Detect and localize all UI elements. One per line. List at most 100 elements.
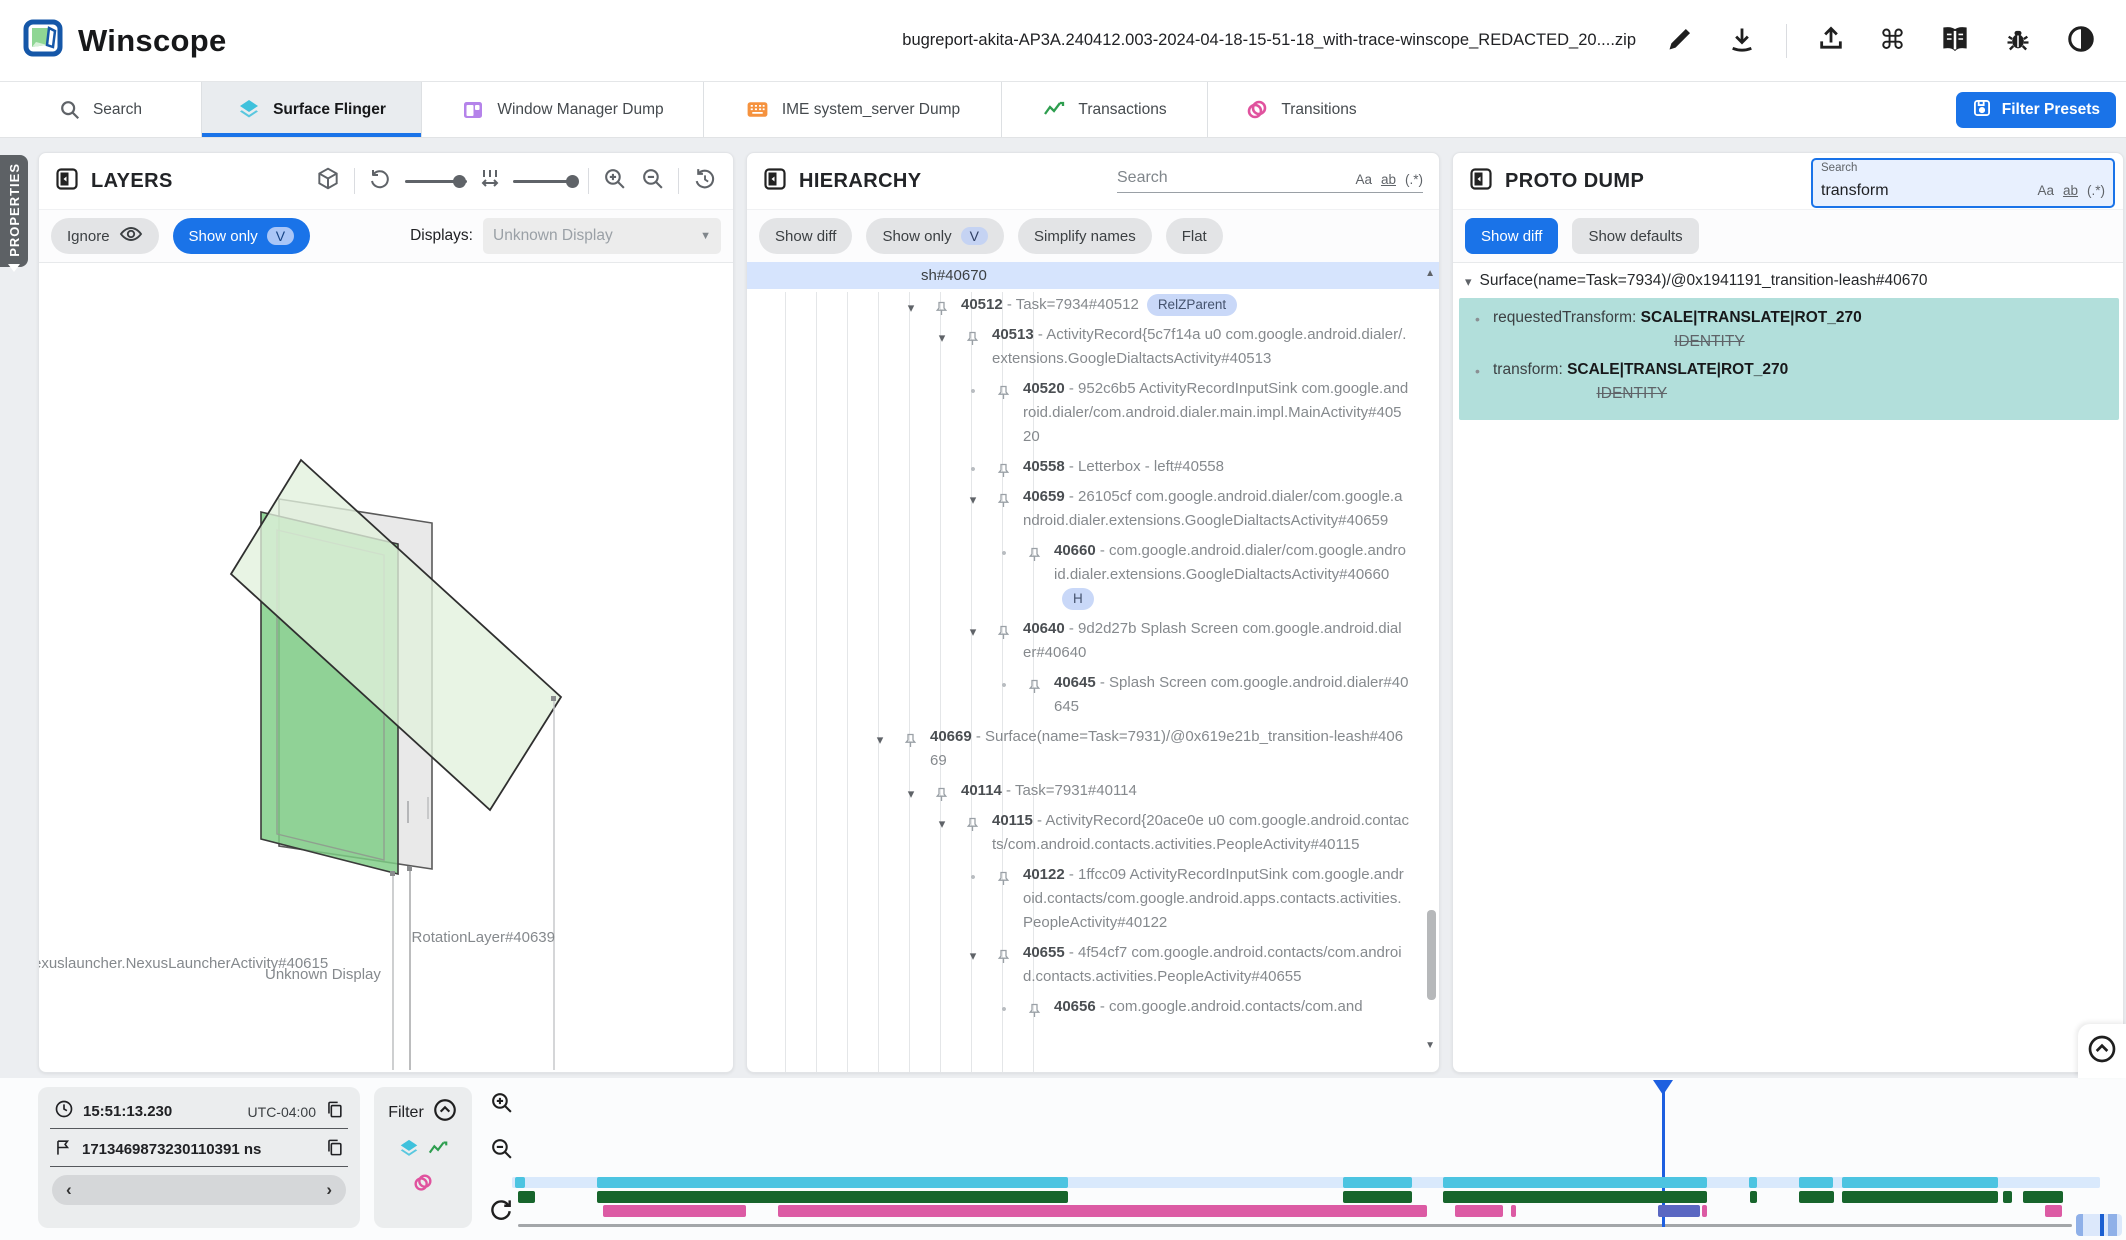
- documentation-button[interactable]: [1936, 21, 1974, 60]
- range-handle[interactable]: [2076, 1214, 2083, 1236]
- cursor-head-icon[interactable]: [1653, 1080, 1673, 1095]
- collapse-arrow-icon[interactable]: ▾: [934, 812, 950, 836]
- tree-node[interactable]: ▾40655 - 4f54cf7 com.google.android.cont…: [747, 941, 1439, 989]
- transitions-trace-segment[interactable]: [2045, 1205, 2062, 1217]
- regex-icon[interactable]: (.*): [1405, 172, 1423, 187]
- show-diff-button[interactable]: Show diff: [759, 218, 852, 254]
- match-word-icon[interactable]: ab: [1381, 172, 1396, 187]
- tree-node[interactable]: •40122 - 1ffcc09 ActivityRecordInputSink…: [747, 863, 1439, 935]
- transitions-filter-icon[interactable]: [412, 1172, 434, 1199]
- tree-node[interactable]: •40660 - com.google.android.dialer/com.g…: [747, 539, 1439, 611]
- surface-flinger-trace-segment[interactable]: [1343, 1177, 1412, 1188]
- show-defaults-button[interactable]: Show defaults: [1572, 218, 1698, 254]
- tree-node[interactable]: ▾40114 - Task=7931#40114: [747, 779, 1439, 803]
- tree-node[interactable]: sh#40670: [747, 262, 1439, 289]
- transactions-filter-icon[interactable]: [427, 1138, 449, 1165]
- tab-search[interactable]: Search: [0, 82, 202, 137]
- zoom-in-icon[interactable]: [602, 166, 627, 196]
- shortcuts-button[interactable]: ⌘: [1875, 23, 1910, 58]
- zoom-out-icon[interactable]: [640, 166, 665, 196]
- proto-root-node[interactable]: ▾ Surface(name=Task=7934)/@0x1941191_tra…: [1453, 262, 2123, 298]
- tree-node[interactable]: •40520 - 952c6b5 ActivityRecordInputSink…: [747, 377, 1439, 449]
- next-frame-icon[interactable]: ›: [326, 1180, 332, 1200]
- hierarchy-search-field[interactable]: Search Aa ab (.*): [1117, 169, 1423, 193]
- proto-search-field[interactable]: Search transform Aa ab (.*): [1811, 158, 2115, 208]
- tab-window-manager-dump[interactable]: Window Manager Dump: [422, 82, 704, 137]
- layers-3d-view[interactable]: RotationLayer#40639 exuslauncher.NexusLa…: [39, 263, 731, 1070]
- copy-icon[interactable]: [325, 1138, 344, 1162]
- surface-flinger-trace-segment[interactable]: [1443, 1177, 1707, 1188]
- transactions-trace-segment[interactable]: [518, 1191, 535, 1203]
- transactions-trace-segment[interactable]: [1750, 1191, 1757, 1203]
- displays-select[interactable]: Unknown Display ▼: [483, 218, 721, 254]
- transitions-trace-segment[interactable]: [1702, 1205, 1707, 1217]
- transitions-trace-segment[interactable]: [1455, 1205, 1503, 1217]
- dark-mode-toggle[interactable]: [2062, 20, 2100, 61]
- transitions-trace-segment[interactable]: [1511, 1205, 1516, 1217]
- collapse-arrow-icon[interactable]: ▾: [903, 296, 919, 320]
- transactions-trace-segment[interactable]: [1343, 1191, 1412, 1203]
- previous-frame-icon[interactable]: ‹: [66, 1180, 72, 1200]
- tab-transitions[interactable]: Transitions: [1208, 82, 1394, 137]
- transitions-trace-segment[interactable]: [778, 1205, 1427, 1217]
- collapse-arrow-icon[interactable]: ▾: [934, 326, 950, 350]
- 3d-view-icon[interactable]: [315, 166, 341, 197]
- collapse-arrow-icon[interactable]: ▾: [965, 488, 981, 512]
- tree-node[interactable]: ▾40640 - 9d2d27b Splash Screen com.googl…: [747, 617, 1439, 665]
- collapse-arrow-icon[interactable]: ▾: [1465, 274, 1472, 290]
- transactions-trace-segment[interactable]: [1842, 1191, 1998, 1203]
- tree-node[interactable]: ▾40115 - ActivityRecord{20ace0e u0 com.g…: [747, 809, 1439, 857]
- scroll-down-icon[interactable]: ▼: [1425, 1040, 1435, 1051]
- collapse-arrow-icon[interactable]: ▾: [965, 620, 981, 644]
- tree-node[interactable]: ▾40512 - Task=7934#40512RelZParent: [747, 293, 1439, 317]
- ns-time-row[interactable]: 1713469873230110391 ns: [50, 1133, 348, 1167]
- timeline-zoom-out-icon[interactable]: [489, 1136, 514, 1166]
- match-case-icon[interactable]: Aa: [1355, 172, 1372, 187]
- tree-node[interactable]: •40645 - Splash Screen com.google.androi…: [747, 671, 1439, 719]
- slider-handle[interactable]: [453, 175, 466, 188]
- edit-file-button[interactable]: [1662, 21, 1698, 60]
- collapse-timeline-card[interactable]: [2078, 1024, 2126, 1078]
- slider-handle[interactable]: [566, 175, 579, 188]
- tree-node[interactable]: ▾40513 - ActivityRecord{5c7f14a u0 com.g…: [747, 323, 1439, 371]
- collapse-arrow-icon[interactable]: ▾: [872, 728, 888, 752]
- surface-flinger-trace-segment[interactable]: [1799, 1177, 1833, 1188]
- show-only-v-button[interactable]: Show only V: [173, 218, 311, 254]
- transitions-trace-segment[interactable]: [1658, 1205, 1700, 1217]
- transactions-trace-segment[interactable]: [597, 1191, 1068, 1203]
- scrollbar-thumb[interactable]: [1427, 910, 1436, 1000]
- collapse-filter-icon[interactable]: [432, 1097, 458, 1128]
- show-only-v-button[interactable]: Show only V: [866, 218, 1004, 254]
- flat-button[interactable]: Flat: [1166, 218, 1223, 254]
- tree-node[interactable]: •40558 - Letterbox - left#40558: [747, 455, 1439, 479]
- tree-node[interactable]: •40656 - com.google.android.contacts/com…: [747, 995, 1439, 1019]
- tab-ime-dump[interactable]: IME system_server Dump: [704, 82, 1002, 137]
- surface-flinger-trace-segment[interactable]: [1842, 1177, 1998, 1188]
- ignore-button[interactable]: Ignore: [51, 218, 159, 254]
- frame-step-control[interactable]: ‹ ›: [52, 1175, 346, 1205]
- copy-icon[interactable]: [325, 1100, 344, 1124]
- transitions-trace-segment[interactable]: [603, 1205, 746, 1217]
- report-bug-button[interactable]: [2000, 21, 2036, 60]
- scroll-up-icon[interactable]: ▲: [1425, 268, 1435, 279]
- collapse-arrow-icon[interactable]: ▾: [903, 782, 919, 806]
- property-row[interactable]: •requestedTransform: SCALE|TRANSLATE|ROT…: [1493, 306, 2109, 354]
- transactions-trace-segment[interactable]: [2023, 1191, 2063, 1203]
- surface-flinger-trace-segment[interactable]: [515, 1177, 525, 1188]
- timeline-canvas[interactable]: [512, 1071, 2126, 1240]
- property-row[interactable]: •transform: SCALE|TRANSLATE|ROT_270IDENT…: [1493, 358, 2109, 406]
- match-case-icon[interactable]: Aa: [2037, 183, 2054, 198]
- transactions-trace-segment[interactable]: [1799, 1191, 1834, 1203]
- timeline-range-slider[interactable]: [2076, 1214, 2122, 1236]
- timeline-zoom-in-icon[interactable]: [489, 1090, 514, 1120]
- show-diff-button[interactable]: Show diff: [1465, 218, 1558, 254]
- spacing-slider[interactable]: [513, 180, 575, 183]
- surface-flinger-trace-segment[interactable]: [1749, 1177, 1757, 1188]
- download-button[interactable]: [1724, 21, 1760, 60]
- range-handle[interactable]: [2108, 1214, 2117, 1236]
- upload-button[interactable]: [1813, 21, 1849, 60]
- simplify-names-button[interactable]: Simplify names: [1018, 218, 1152, 254]
- timeline-reset-zoom-icon[interactable]: [488, 1196, 514, 1227]
- collapse-arrow-icon[interactable]: ▾: [965, 944, 981, 968]
- tab-surface-flinger[interactable]: Surface Flinger: [202, 82, 422, 137]
